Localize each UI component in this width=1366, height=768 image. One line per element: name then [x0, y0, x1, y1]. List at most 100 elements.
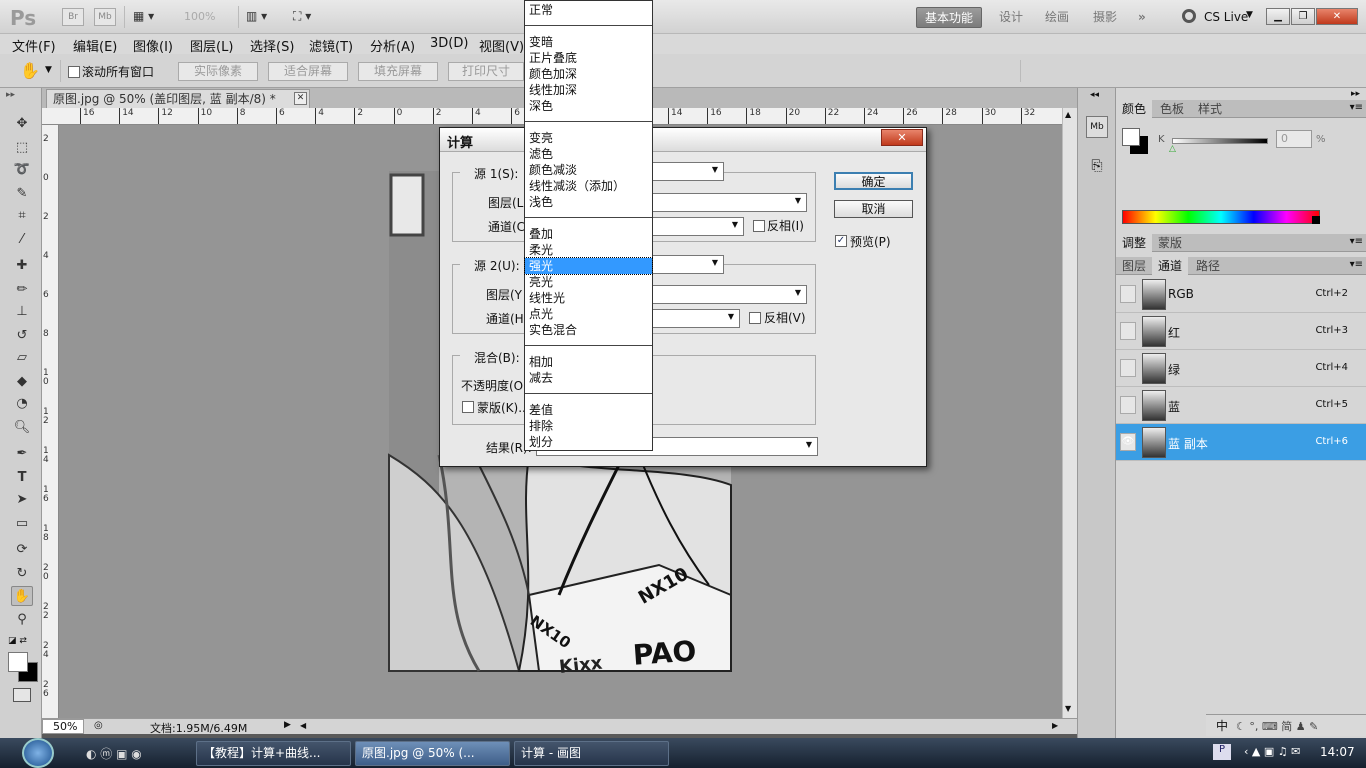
status-info-icon[interactable]: ◎	[94, 720, 103, 731]
blend-mode-option[interactable]: 颜色减淡	[525, 162, 652, 178]
visibility-toggle[interactable]	[1120, 322, 1136, 340]
history-brush-tool-icon[interactable]: ↺	[11, 326, 33, 346]
channel-row[interactable]: 绿 Ctrl+4	[1116, 350, 1366, 387]
close-tab-icon[interactable]: ✕	[294, 92, 307, 105]
restore-button[interactable]: ❐	[1291, 8, 1315, 25]
print-size-button[interactable]: 打印尺寸	[448, 62, 524, 81]
channel1-select[interactable]	[652, 217, 744, 236]
taskbar-item-photoshop[interactable]: 原图.jpg @ 50% (...	[355, 741, 510, 766]
scroll-down-icon[interactable]: ▼	[1065, 704, 1071, 713]
panel-menu-icon[interactable]: ▾≡	[1350, 102, 1363, 113]
panel-menu-icon[interactable]: ▾≡	[1350, 236, 1363, 247]
start-button[interactable]	[22, 738, 54, 768]
channel-row[interactable]: 👁 蓝 副本 Ctrl+6	[1116, 424, 1366, 461]
slider-handle-icon[interactable]: △	[1169, 144, 1176, 154]
dodge-tool-icon[interactable]: 🔍︎	[11, 418, 33, 438]
channel-row[interactable]: 红 Ctrl+3	[1116, 313, 1366, 350]
blend-mode-option[interactable]: 划分	[525, 434, 652, 450]
hand-tool-icon[interactable]: ✋	[11, 586, 33, 606]
3d-orbit-tool-icon[interactable]: ↻	[11, 564, 33, 584]
history-panel-icon[interactable]: ⎘	[1086, 158, 1108, 180]
workspace-essentials[interactable]: 基本功能	[916, 7, 983, 28]
source2-select[interactable]	[652, 255, 724, 274]
blend-mode-option[interactable]: 浅色	[525, 194, 652, 210]
tab-color[interactable]: 颜色	[1116, 100, 1153, 118]
foreground-color-swatch[interactable]	[8, 652, 28, 672]
view-extras-icon[interactable]: ▦ ▾	[133, 9, 163, 25]
chevron-down-icon[interactable]: ▼	[1246, 10, 1253, 20]
blend-mode-option[interactable]: 点光	[525, 306, 652, 322]
blend-mode-dropdown[interactable]: 正常 变暗 正片叠底 颜色加深 线性加深 深色 变亮 滤色 颜色减淡 线性减淡（添加） 浅色 叠加 柔光…	[524, 0, 653, 451]
tab-styles[interactable]: 样式	[1192, 100, 1228, 118]
blend-mode-option[interactable]: 减去	[525, 370, 652, 386]
actual-pixels-button[interactable]: 实际像素	[178, 62, 258, 81]
blend-mode-option[interactable]: 排除	[525, 418, 652, 434]
menu-3d[interactable]: 3D(D)	[430, 36, 468, 51]
blend-mode-option[interactable]: 差值	[525, 402, 652, 418]
blend-mode-option[interactable]: 颜色加深	[525, 66, 652, 82]
blend-mode-option[interactable]: 正片叠底	[525, 50, 652, 66]
scroll-left-icon[interactable]: ◀	[300, 721, 306, 730]
blend-mode-option[interactable]: 实色混合	[525, 322, 652, 338]
menu-file[interactable]: 文件(F)	[12, 36, 56, 55]
blend-mode-option[interactable]: 叠加	[525, 226, 652, 242]
visibility-toggle[interactable]	[1120, 285, 1136, 303]
blend-mode-option[interactable]: 柔光	[525, 242, 652, 258]
tab-adjustments[interactable]: 调整	[1116, 234, 1153, 252]
spectrum-black[interactable]	[1312, 216, 1320, 224]
ime-icons[interactable]: ☾ °, ⌨ 简 ♟ ✎	[1236, 718, 1318, 734]
document-tab[interactable]: 原图.jpg @ 50% (盖印图层, 蓝 副本/8) * ✕	[46, 89, 310, 108]
k-value-input[interactable]: 0	[1276, 130, 1312, 148]
pen-tool-icon[interactable]: ✒	[11, 444, 33, 464]
blend-mode-option[interactable]: 相加	[525, 354, 652, 370]
cancel-button[interactable]: 取消	[834, 200, 913, 218]
blend-mode-option[interactable]: 变暗	[525, 34, 652, 50]
scroll-right-icon[interactable]: ▶	[1052, 721, 1058, 730]
path-selection-tool-icon[interactable]: ➤	[11, 490, 33, 510]
scroll-up-icon[interactable]: ▲	[1065, 110, 1071, 119]
menu-filter[interactable]: 滤镜(T)	[309, 36, 353, 55]
collapse-icon[interactable]: ▸▸	[1351, 89, 1360, 99]
menu-layer[interactable]: 图层(L)	[190, 36, 233, 55]
minimize-button[interactable]: ▁	[1266, 8, 1290, 25]
taskbar-item-paint[interactable]: 计算 - 画图	[514, 741, 669, 766]
zoom-level[interactable]: 100%	[184, 10, 215, 23]
tab-layers[interactable]: 图层	[1116, 257, 1152, 275]
menu-view[interactable]: 视图(V)	[479, 36, 524, 55]
blend-mode-option[interactable]: 深色	[525, 98, 652, 114]
blend-mode-option[interactable]: 正常	[525, 2, 652, 18]
workspace-design[interactable]: 设计	[991, 7, 1031, 28]
channel-row[interactable]: RGB Ctrl+2	[1116, 276, 1366, 313]
more-workspaces-icon[interactable]: »	[1130, 7, 1154, 28]
marquee-tool-icon[interactable]: ⬚	[11, 138, 33, 158]
close-button[interactable]: ✕	[1316, 8, 1358, 25]
crop-tool-icon[interactable]: ⌗	[11, 206, 33, 226]
blend-mode-option[interactable]: 强光	[524, 257, 653, 275]
quick-select-tool-icon[interactable]: ✎	[11, 184, 33, 204]
tray-icons[interactable]: ‹ ▲ ▣ ♫ ✉	[1244, 745, 1300, 758]
chevron-down-icon[interactable]: ▼	[45, 65, 52, 75]
minibridge-icon[interactable]: Mb	[94, 8, 116, 26]
screen-mode-icon[interactable]: ⛶ ▾	[293, 9, 311, 24]
cs-live-menu[interactable]: CS Live	[1204, 10, 1248, 24]
move-tool-icon[interactable]: ✥	[11, 114, 33, 134]
mask-checkbox[interactable]	[462, 401, 474, 413]
foreground-color-swatch[interactable]	[1122, 128, 1140, 146]
menu-edit[interactable]: 编辑(E)	[73, 36, 117, 55]
menu-select[interactable]: 选择(S)	[250, 36, 294, 55]
taskbar-item-tutorial[interactable]: 【教程】计算+曲线...	[196, 741, 351, 766]
blend-mode-option[interactable]: 线性加深	[525, 82, 652, 98]
paint-bucket-tool-icon[interactable]: ◆	[11, 372, 33, 392]
quick-mask-icon[interactable]	[13, 688, 31, 702]
hand-tool-icon[interactable]: ✋	[20, 61, 40, 80]
blend-mode-option[interactable]: 线性光	[525, 290, 652, 306]
scroll-all-windows-checkbox[interactable]	[68, 66, 80, 78]
vertical-scrollbar[interactable]: ▲ ▼	[1062, 108, 1077, 718]
panel-menu-icon[interactable]: ▾≡	[1350, 259, 1363, 270]
channel2-select[interactable]	[652, 309, 740, 328]
blend-mode-option[interactable]: 亮光	[525, 274, 652, 290]
input-indicator-icon[interactable]: P	[1213, 744, 1231, 760]
visibility-toggle[interactable]	[1120, 396, 1136, 414]
collapse-icon[interactable]: ▸▸	[6, 90, 15, 100]
default-colors-icon[interactable]: ◪ ⇄	[8, 636, 27, 646]
